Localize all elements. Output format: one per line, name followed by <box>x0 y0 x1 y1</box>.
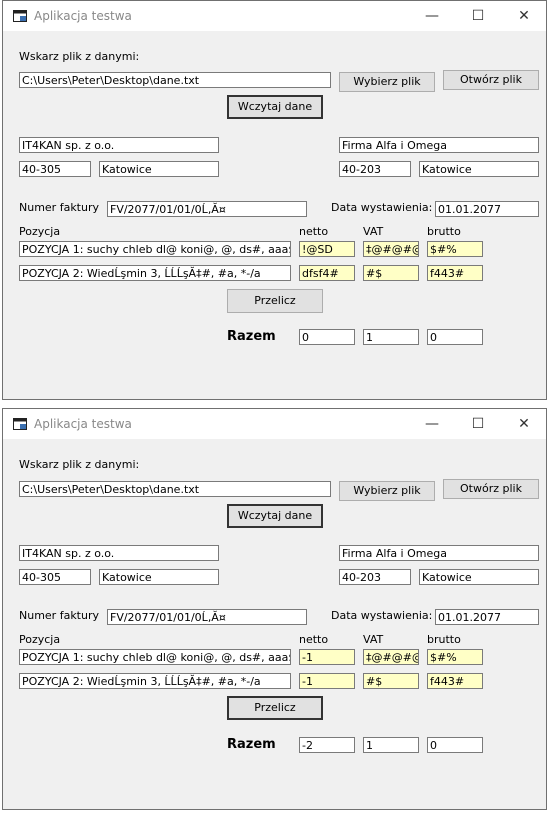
choose-file-button[interactable]: Wybierz plik <box>339 481 435 501</box>
issue-date-label: Data wystawienia: <box>331 609 433 622</box>
row-2-vat-field[interactable]: #$ <box>363 673 419 689</box>
buyer-city-field[interactable]: Katowice <box>419 569 539 585</box>
row-2-brutto-field[interactable]: f443# <box>427 673 483 689</box>
app-icon <box>13 418 27 430</box>
seller-name-field[interactable]: IT4KAN sp. z o.o. <box>19 137 219 153</box>
title-bar[interactable]: Aplikacja testwa — ☐ ✕ <box>3 409 546 439</box>
column-position-label: Pozycja <box>19 633 61 646</box>
row-1-vat-field[interactable]: ‡@#@#@ <box>363 649 419 665</box>
issue-date-field[interactable]: 01.01.2077 <box>435 201 539 217</box>
total-vat-field[interactable]: 1 <box>363 737 419 753</box>
title-bar[interactable]: Aplikacja testwa — ☐ ✕ <box>3 1 546 31</box>
app-window-1: Aplikacja testwa — ☐ ✕ Wskarz plik z dan… <box>2 0 547 400</box>
maximize-icon[interactable]: ☐ <box>455 409 501 439</box>
total-netto-field[interactable]: -2 <box>299 737 355 753</box>
choose-file-button[interactable]: Wybierz plik <box>339 72 435 92</box>
column-vat-label: VAT <box>363 225 384 238</box>
column-brutto-label: brutto <box>427 633 461 646</box>
seller-name-field[interactable]: IT4KAN sp. z o.o. <box>19 545 219 561</box>
calculate-button[interactable]: Przelicz <box>227 696 323 720</box>
buyer-city-field[interactable]: Katowice <box>419 161 539 177</box>
total-label: Razem <box>227 329 276 344</box>
seller-zip-field[interactable]: 40-305 <box>19 161 91 177</box>
minimize-icon[interactable]: — <box>409 1 455 31</box>
column-position-label: Pozycja <box>19 225 61 238</box>
row-2-position-field[interactable]: POZYCJA 2: WiedĹşmin 3, ĹĹĹşĂ‡#, #a, *-/… <box>19 673 291 689</box>
window-title: Aplikacja testwa <box>34 417 132 431</box>
invoice-number-field[interactable]: FV/2077/01/01/0Ĺ‚Ă¤ <box>107 201 307 217</box>
issue-date-label: Data wystawienia: <box>331 201 433 214</box>
row-1-brutto-field[interactable]: $#% <box>427 241 483 257</box>
column-netto-label: netto <box>299 225 329 238</box>
load-data-button[interactable]: Wczytaj dane <box>227 504 323 528</box>
row-2-brutto-field[interactable]: f443# <box>427 265 483 281</box>
issue-date-field[interactable]: 01.01.2077 <box>435 609 539 625</box>
total-label: Razem <box>227 737 276 752</box>
row-1-netto-field[interactable]: -1 <box>299 649 355 665</box>
open-file-button[interactable]: Otwórz plik <box>443 479 539 499</box>
column-brutto-label: brutto <box>427 225 461 238</box>
row-2-vat-field[interactable]: #$ <box>363 265 419 281</box>
file-path-input[interactable]: C:\Users\Peter\Desktop\dane.txt <box>19 72 331 88</box>
row-1-position-field[interactable]: POZYCJA 1: suchy chleb dl@ koni@, @, ds#… <box>19 241 291 257</box>
column-vat-label: VAT <box>363 633 384 646</box>
app-window-2: Aplikacja testwa — ☐ ✕ Wskarz plik z dan… <box>2 408 547 810</box>
invoice-number-label: Numer faktury <box>19 201 100 214</box>
total-brutto-field[interactable]: 0 <box>427 737 483 753</box>
total-vat-field[interactable]: 1 <box>363 329 419 345</box>
row-1-netto-field[interactable]: !@SD <box>299 241 355 257</box>
open-file-button[interactable]: Otwórz plik <box>443 70 539 90</box>
buyer-name-field[interactable]: Firma Alfa i Omega <box>339 545 539 561</box>
file-label: Wskarz plik z danymi: <box>19 50 140 63</box>
invoice-number-field[interactable]: FV/2077/01/01/0Ĺ‚Ă¤ <box>107 609 307 625</box>
buyer-zip-field[interactable]: 40-203 <box>339 569 411 585</box>
close-icon[interactable]: ✕ <box>501 1 547 31</box>
total-brutto-field[interactable]: 0 <box>427 329 483 345</box>
row-1-position-field[interactable]: POZYCJA 1: suchy chleb dl@ koni@, @, ds#… <box>19 649 291 665</box>
seller-zip-field[interactable]: 40-305 <box>19 569 91 585</box>
close-icon[interactable]: ✕ <box>501 409 547 439</box>
file-path-input[interactable]: C:\Users\Peter\Desktop\dane.txt <box>19 481 331 497</box>
column-netto-label: netto <box>299 633 329 646</box>
window-title: Aplikacja testwa <box>34 9 132 23</box>
total-netto-field[interactable]: 0 <box>299 329 355 345</box>
buyer-zip-field[interactable]: 40-203 <box>339 161 411 177</box>
row-1-brutto-field[interactable]: $#% <box>427 649 483 665</box>
row-2-position-field[interactable]: POZYCJA 2: WiedĹşmin 3, ĹĹĹşĂ‡#, #a, *-/… <box>19 265 291 281</box>
invoice-number-label: Numer faktury <box>19 609 100 622</box>
app-icon <box>13 10 27 22</box>
buyer-name-field[interactable]: Firma Alfa i Omega <box>339 137 539 153</box>
seller-city-field[interactable]: Katowice <box>99 161 219 177</box>
minimize-icon[interactable]: — <box>409 409 455 439</box>
row-1-vat-field[interactable]: ‡@#@#@ <box>363 241 419 257</box>
row-2-netto-field[interactable]: dfsf4# <box>299 265 355 281</box>
maximize-icon[interactable]: ☐ <box>455 1 501 31</box>
row-2-netto-field[interactable]: -1 <box>299 673 355 689</box>
seller-city-field[interactable]: Katowice <box>99 569 219 585</box>
load-data-button[interactable]: Wczytaj dane <box>227 95 323 119</box>
file-label: Wskarz plik z danymi: <box>19 458 140 471</box>
calculate-button[interactable]: Przelicz <box>227 289 323 313</box>
